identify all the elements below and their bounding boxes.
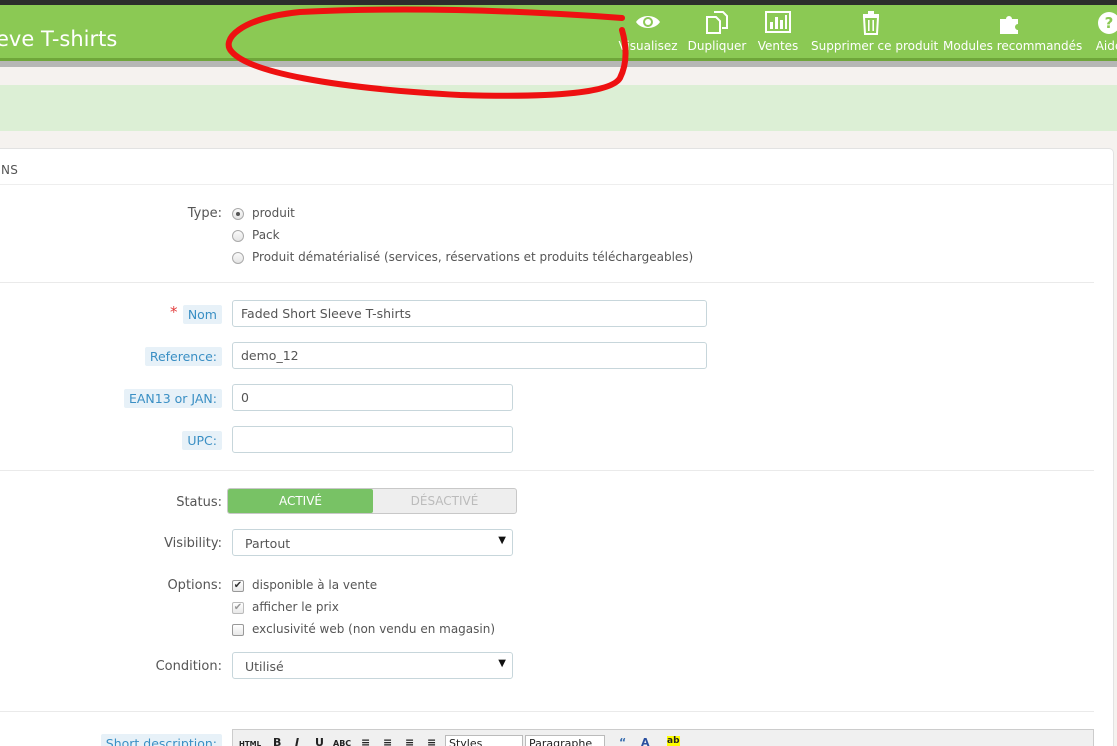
online-only-checkbox[interactable] bbox=[232, 624, 244, 636]
available-for-order-checkbox[interactable]: ✔ bbox=[232, 580, 244, 592]
upc-label: UPC: bbox=[182, 431, 222, 450]
dropdown-arrow-icon: ▼ bbox=[498, 535, 506, 546]
condition-label: Condition: bbox=[155, 659, 222, 674]
visualize-button[interactable]: Visualisez bbox=[618, 9, 678, 57]
text-color-icon[interactable]: A bbox=[641, 736, 650, 746]
align-center-icon[interactable]: ≡ bbox=[383, 736, 392, 746]
dropdown-arrow-icon: ▼ bbox=[498, 658, 506, 669]
help-button[interactable]: ? Aide bbox=[1089, 9, 1117, 57]
recommended-modules-label: Modules recommandés bbox=[943, 39, 1083, 53]
name-input[interactable]: Faded Short Sleeve T-shirts bbox=[232, 300, 707, 327]
ean13-input[interactable]: 0 bbox=[232, 384, 513, 411]
reference-input[interactable]: demo_12 bbox=[232, 342, 707, 369]
align-right-icon[interactable]: ≡ bbox=[405, 736, 414, 746]
show-price-label: afficher le prix bbox=[252, 600, 339, 614]
format-select[interactable]: Paragraphe bbox=[525, 735, 605, 746]
condition-select[interactable]: Utilisé ▼ bbox=[232, 652, 513, 679]
duplicate-label: Dupliquer bbox=[687, 39, 747, 53]
condition-value: Utilisé bbox=[245, 659, 284, 674]
type-option-pack: Pack bbox=[252, 228, 280, 242]
type-option-virtual: Produit dématérialisé (services, réserva… bbox=[252, 250, 694, 264]
required-asterisk: * bbox=[170, 303, 178, 321]
type-label: Type: bbox=[187, 206, 222, 221]
name-label: Nom bbox=[182, 305, 222, 324]
success-alert bbox=[0, 85, 1117, 131]
show-price-checkbox[interactable]: ✔ bbox=[232, 602, 244, 614]
help-label: Aide bbox=[1095, 39, 1117, 53]
type-radio-product[interactable] bbox=[232, 208, 244, 220]
blockquote-icon[interactable]: “ bbox=[619, 736, 626, 746]
available-for-order-label: disponible à la vente bbox=[252, 578, 378, 592]
upc-input[interactable] bbox=[232, 426, 513, 453]
type-option-product: produit bbox=[252, 206, 295, 220]
status-on-option[interactable]: ACTIVÉ bbox=[228, 489, 373, 513]
align-left-icon[interactable]: ≡ bbox=[361, 736, 370, 746]
recommended-modules-button[interactable]: Modules recommandés bbox=[943, 9, 1083, 57]
product-info-panel: NS bbox=[0, 148, 1114, 746]
trash-icon bbox=[811, 11, 931, 37]
delete-product-button[interactable]: Supprimer ce produit bbox=[811, 9, 939, 57]
short-description-label: Short description: bbox=[100, 734, 222, 746]
reference-label: Reference: bbox=[144, 347, 222, 366]
html-source-icon[interactable]: HTML bbox=[239, 740, 261, 746]
duplicate-button[interactable]: Dupliquer bbox=[687, 9, 747, 57]
styles-select[interactable]: Styles bbox=[445, 735, 523, 746]
ean13-label: EAN13 or JAN: bbox=[123, 389, 222, 408]
panel-heading-divider bbox=[0, 184, 1113, 185]
align-justify-icon[interactable]: ≡ bbox=[427, 736, 436, 746]
copy-icon bbox=[687, 11, 747, 37]
status-switch[interactable]: ACTIVÉ DÉSACTIVÉ bbox=[227, 488, 517, 514]
svg-text:?: ? bbox=[1105, 14, 1114, 32]
eye-icon bbox=[618, 11, 678, 37]
status-off-option[interactable]: DÉSACTIVÉ bbox=[373, 489, 516, 513]
type-radio-virtual[interactable] bbox=[232, 252, 244, 264]
page-title: eve T-shirts bbox=[0, 27, 118, 51]
options-label: Options: bbox=[167, 578, 222, 593]
bar-chart-icon bbox=[756, 11, 800, 37]
question-icon: ? bbox=[1089, 11, 1117, 37]
sales-label: Ventes bbox=[757, 39, 799, 53]
online-only-label: exclusivité web (non vendu en magasin) bbox=[252, 622, 496, 636]
underline-icon[interactable]: U bbox=[315, 736, 324, 746]
italic-icon[interactable]: I bbox=[295, 736, 299, 746]
section-divider bbox=[0, 470, 1094, 471]
header-shadow bbox=[0, 61, 1117, 67]
visibility-value: Partout bbox=[245, 536, 291, 551]
page-header: eve T-shirts Visualisez Dupliquer Ventes… bbox=[0, 5, 1117, 61]
visibility-select[interactable]: Partout ▼ bbox=[232, 529, 513, 556]
strikethrough-icon[interactable]: ABC bbox=[333, 739, 351, 746]
panel-heading: NS bbox=[1, 163, 19, 177]
section-divider bbox=[0, 282, 1094, 283]
bold-icon[interactable]: B bbox=[273, 736, 281, 746]
delete-product-label: Supprimer ce produit bbox=[811, 39, 939, 53]
type-radio-pack[interactable] bbox=[232, 230, 244, 242]
highlight-icon[interactable]: ab bbox=[667, 736, 680, 746]
section-divider bbox=[0, 711, 1094, 712]
visualize-label: Visualisez bbox=[618, 39, 678, 53]
puzzle-icon bbox=[943, 11, 1079, 37]
status-label: Status: bbox=[176, 495, 222, 510]
sales-button[interactable]: Ventes bbox=[756, 9, 800, 57]
visibility-label: Visibility: bbox=[164, 536, 222, 551]
rich-text-editor-toolbar: HTML B I U ABC ≡ ≡ ≡ ≡ Styles Paragraphe… bbox=[232, 729, 1094, 746]
